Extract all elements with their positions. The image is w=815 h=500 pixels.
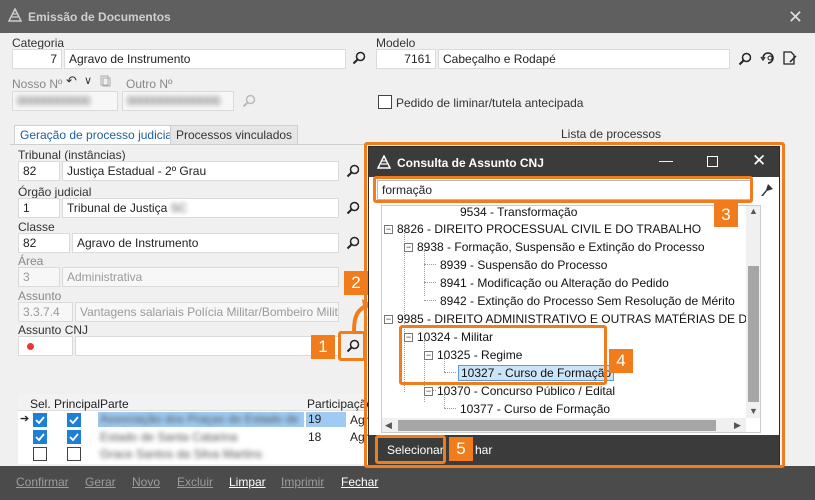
undo-icon[interactable]: ↶ [66,73,77,89]
novo-button[interactable]: Novo [132,475,160,489]
excluir-button[interactable]: Excluir [177,475,213,489]
assunto-code-field: 3.3.7.4 [18,302,73,322]
sel-checkbox[interactable] [33,430,47,444]
principal-checkbox[interactable] [67,430,81,444]
tribunal-name-field[interactable]: Justiça Estadual - 2º Grau [62,161,339,181]
liminar-checkbox[interactable] [378,95,392,109]
outro-field[interactable]: 00000000000000 [122,91,234,111]
table-row[interactable]: Estado de Santa Catarina 18 Agra [18,429,375,445]
grid-header-parte: Parte [100,397,129,411]
callout-badge-4: 4 [609,349,633,373]
nosso-value: 00000000000 [17,94,91,108]
table-row[interactable]: ➔ Associação dos Praças do Estado de San… [18,412,375,428]
callout-box-select [375,435,446,464]
categoria-label: Categoria [12,36,65,50]
imprimir-button[interactable]: Imprimir [281,475,324,489]
parte-cell: Associação dos Praças do Estado de Santa [98,412,304,427]
orgao-label: Órgão judicial [18,185,92,199]
orgao-name: Tribunal de Justiça [67,201,168,215]
row-pointer-icon: ➔ [20,413,30,425]
grid-header-sel: Sel. [30,397,51,411]
participacao-cell: 19 [306,412,346,427]
tribunal-search-icon[interactable] [346,164,360,178]
orgao-name-field[interactable]: Tribunal de Justiça SC [62,198,339,218]
gerar-button[interactable]: Gerar [85,475,116,489]
sel-checkbox[interactable] [33,413,47,427]
parte-value: Grace Santos da Silva Martins [100,447,263,461]
area-name-field: Administrativa [62,267,339,287]
copy-icon[interactable] [100,75,111,87]
app-logo-icon [8,8,22,22]
parte-value: Associação dos Praças do Estado de Santa [100,412,299,427]
modelo-refresh-icon[interactable] [760,50,776,66]
modelo-edit-icon[interactable] [782,50,798,66]
assunto-cnj-code-field[interactable] [18,336,73,356]
lista-processos-label: Lista de processos [561,127,662,141]
window-titlebar: Emissão de Documentos ✕ [0,0,815,33]
principal-checkbox[interactable] [67,413,81,427]
table-row[interactable]: Grace Santos da Silva Martins [18,446,370,462]
tab-geracao[interactable]: Geração de processo judicial [14,125,181,145]
assunto-cnj-label: Assunto CNJ [18,323,89,337]
grid-header: Sel. Principal Parte Participação [18,394,373,411]
chevron-down-icon[interactable]: ∨ [84,74,92,87]
callout-box-tree [399,325,607,385]
required-dot-icon [27,343,34,350]
orgao-search-icon[interactable] [346,201,360,215]
modelo-code-field[interactable]: 7161 [376,49,436,69]
principal-checkbox[interactable] [67,447,81,461]
fechar-button[interactable]: Fechar [341,475,378,489]
nosso-field[interactable]: 00000000000 [12,91,118,111]
orgao-code-field[interactable]: 1 [18,198,60,218]
orgao-suffix: SC [170,201,188,215]
area-label: Área [18,254,44,268]
classe-code-field[interactable]: 82 [18,233,70,253]
tribunal-label: Tribunal (instâncias) [18,148,126,162]
classe-label: Classe [18,220,55,234]
categoria-code-field[interactable]: 7 [12,49,62,69]
modelo-name-field[interactable]: Cabeçalho e Rodapé [438,49,730,69]
grid-header-principal: Principal [54,397,101,411]
nosso-label: Nosso Nº [12,77,63,91]
categoria-search-icon[interactable] [352,51,366,65]
area-code-field: 3 [18,267,60,287]
callout-badge-1: 1 [311,335,335,359]
assunto-cnj-name-field[interactable] [75,336,339,356]
modelo-search-icon[interactable] [738,52,752,66]
categoria-name-field[interactable]: Agravo de Instrumento [64,49,346,69]
tribunal-code-field[interactable]: 82 [18,161,60,181]
participacao-value: 18 [308,430,322,444]
outro-value: 00000000000000 [127,94,221,108]
assunto-name-field: Vantagens salariais Polícia Militar/Bomb… [75,302,339,322]
liminar-label: Pedido de liminar/tutela antecipada [396,96,584,110]
callout-box-search [373,176,753,203]
callout-box-1 [338,331,366,361]
partes-grid: Sel. Principal Parte Participação ➔ Asso… [18,394,375,464]
outro-search-icon[interactable] [242,94,256,108]
tab-divider [10,144,370,145]
close-icon[interactable]: ✕ [788,7,803,28]
outro-label: Outro Nº [126,77,173,91]
callout-badge-3: 3 [714,203,738,227]
limpar-button[interactable]: Limpar [229,475,266,489]
parte-value: Estado de Santa Catarina [100,430,238,444]
classe-search-icon[interactable] [346,236,360,250]
action-bar: Confirmar Gerar Novo Excluir Limpar Impr… [0,466,815,500]
assunto-label: Assunto [18,289,62,303]
sel-checkbox[interactable] [33,447,47,461]
modelo-label: Modelo [376,36,416,50]
window-title: Emissão de Documentos [28,10,171,24]
classe-name-field[interactable]: Agravo de Instrumento [72,233,339,253]
confirmar-button[interactable]: Confirmar [16,475,69,489]
callout-badge-5: 5 [449,437,473,461]
tab-processos-vinculados[interactable]: Processos vinculados [170,125,299,145]
